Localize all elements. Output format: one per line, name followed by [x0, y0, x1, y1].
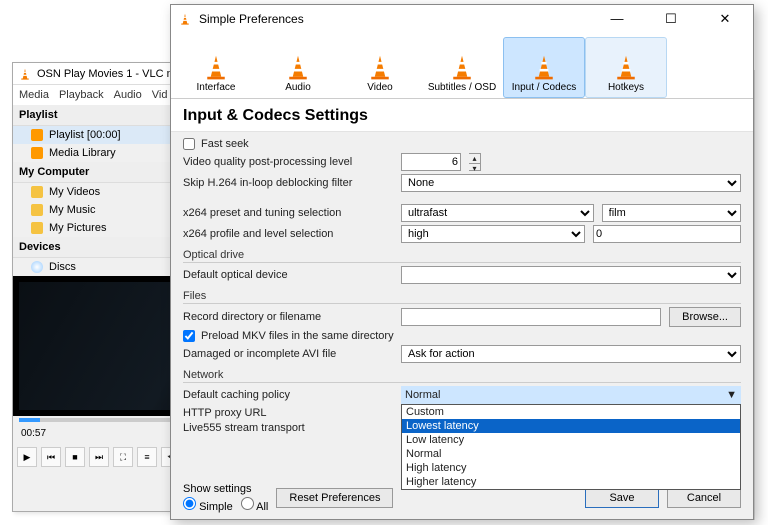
minimize-button[interactable]: ― [597, 11, 637, 27]
fullscreen-button[interactable]: ⛶ [113, 447, 133, 467]
optical-label: Default optical device [183, 269, 393, 281]
reset-preferences-button[interactable]: Reset Preferences [276, 488, 393, 508]
avi-label: Damaged or incomplete AVI file [183, 348, 393, 360]
live555-label: Live555 stream transport [183, 422, 393, 434]
menu-video[interactable]: Vid [152, 89, 168, 101]
cache-option-lowest[interactable]: Lowest latency [402, 419, 740, 433]
tab-input-codecs[interactable]: Input / Codecs [503, 37, 585, 98]
background-window-edge [754, 70, 768, 520]
settings-heading: Input & Codecs Settings [171, 99, 753, 132]
cache-label: Default caching policy [183, 389, 393, 401]
record-label: Record directory or filename [183, 311, 393, 323]
group-network: Network [183, 369, 741, 383]
record-input[interactable] [401, 308, 661, 326]
cone-icon [448, 54, 476, 82]
spin-buttons[interactable]: ▴▾ [469, 153, 481, 171]
media-library-icon [31, 147, 43, 159]
x264-profile-select[interactable]: high [401, 225, 585, 243]
tab-subtitles[interactable]: Subtitles / OSD [421, 37, 503, 98]
menu-media[interactable]: Media [19, 89, 49, 101]
cache-select[interactable]: Normal▼ [401, 386, 741, 404]
prefs-tabbar: Interface Audio Video Subtitles / OSD In… [171, 33, 753, 99]
prev-button[interactable]: ⏮ [41, 447, 61, 467]
tab-video[interactable]: Video [339, 37, 421, 98]
preferences-dialog: Simple Preferences ― ☐ ✕ Interface Audio… [170, 4, 754, 520]
vq-spinbox[interactable] [401, 153, 461, 171]
radio-all[interactable]: All [241, 497, 269, 513]
folder-icon [31, 186, 43, 198]
optical-select[interactable] [401, 266, 741, 284]
x264-preset-label: x264 preset and tuning selection [183, 207, 393, 219]
cone-icon [202, 54, 230, 82]
http-label: HTTP proxy URL [183, 407, 393, 419]
folder-icon [31, 204, 43, 216]
group-optical: Optical drive [183, 249, 741, 263]
cancel-button[interactable]: Cancel [667, 488, 741, 508]
radio-simple[interactable]: Simple [183, 497, 233, 513]
cache-option-custom[interactable]: Custom [402, 405, 740, 419]
time-elapsed: 00:57 [17, 428, 50, 439]
x264-profile-label: x264 profile and level selection [183, 228, 393, 240]
x264-preset-select[interactable]: ultrafast [401, 204, 594, 222]
close-button[interactable]: ✕ [705, 11, 745, 27]
tab-audio[interactable]: Audio [257, 37, 339, 98]
cone-icon [612, 54, 640, 82]
avi-select[interactable]: Ask for action [401, 345, 741, 363]
show-settings-label: Show settings [183, 483, 268, 495]
browse-button[interactable]: Browse... [669, 307, 741, 327]
cache-option-low[interactable]: Low latency [402, 433, 740, 447]
tab-hotkeys[interactable]: Hotkeys [585, 37, 667, 98]
cone-icon [530, 54, 558, 82]
menu-audio[interactable]: Audio [114, 89, 142, 101]
next-button[interactable]: ⏭ [89, 447, 109, 467]
group-files: Files [183, 290, 741, 304]
settings-content: Fast seek Video quality post-processing … [171, 132, 753, 468]
folder-icon [31, 222, 43, 234]
cone-icon [284, 54, 312, 82]
x264-level-input[interactable] [593, 225, 741, 243]
maximize-button[interactable]: ☐ [651, 11, 691, 27]
tab-interface[interactable]: Interface [175, 37, 257, 98]
menu-playback[interactable]: Playback [59, 89, 104, 101]
cache-dropdown-list[interactable]: Custom Lowest latency Low latency Normal… [401, 404, 741, 490]
dialog-title: Simple Preferences [199, 12, 304, 26]
cache-option-high[interactable]: High latency [402, 461, 740, 475]
vq-label: Video quality post-processing level [183, 156, 393, 168]
preload-mkv-label: Preload MKV files in the same directory [201, 330, 394, 342]
fast-seek-label: Fast seek [201, 138, 249, 150]
main-window-title: OSN Play Movies 1 - VLC me [37, 68, 182, 80]
stop-button[interactable]: ■ [65, 447, 85, 467]
skip264-label: Skip H.264 in-loop deblocking filter [183, 177, 393, 189]
cache-option-normal[interactable]: Normal [402, 447, 740, 461]
ext-button[interactable]: ≡ [137, 447, 157, 467]
cone-icon [366, 54, 394, 82]
playlist-icon [31, 129, 43, 141]
fast-seek-checkbox[interactable] [183, 138, 195, 150]
preload-mkv-checkbox[interactable] [183, 330, 195, 342]
vlc-cone-icon [19, 68, 31, 80]
dialog-titlebar[interactable]: Simple Preferences ― ☐ ✕ [171, 5, 753, 33]
vlc-cone-icon [179, 13, 191, 25]
save-button[interactable]: Save [585, 488, 659, 508]
skip264-select[interactable]: None [401, 174, 741, 192]
cache-option-higher[interactable]: Higher latency [402, 475, 740, 489]
disc-icon [31, 261, 43, 273]
x264-tune-select[interactable]: film [602, 204, 741, 222]
play-button[interactable]: ▶ [17, 447, 37, 467]
